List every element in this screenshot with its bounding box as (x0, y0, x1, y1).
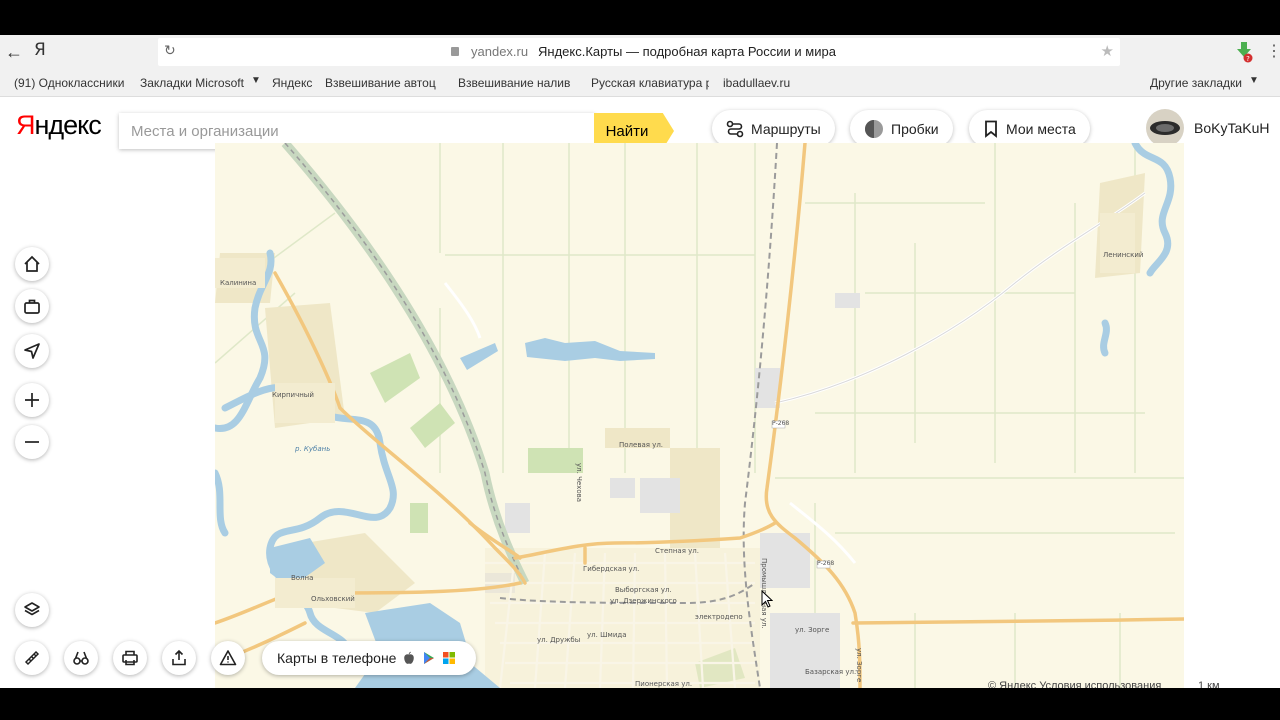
warning-icon (219, 650, 237, 666)
share-icon (172, 649, 186, 666)
browser-window: ← Я ↻ yandex.ru Яндекс.Карты — подробная… (0, 35, 1280, 688)
bookmark-item[interactable]: Русская клавиатура р (591, 76, 709, 90)
map-copyright[interactable]: © Яндекс Условия использования (988, 680, 1161, 688)
print-button[interactable] (113, 641, 147, 675)
lock-icon[interactable] (451, 47, 459, 56)
bookmark-item[interactable]: Взвешивание автоц (325, 76, 445, 90)
tab-page-title: Яндекс.Карты — подробная карта России и … (538, 44, 836, 59)
home-button[interactable] (15, 247, 49, 281)
map-label: Базарская ул. (805, 668, 857, 676)
traffic-label: Пробки (891, 120, 939, 137)
ruler-icon (24, 650, 40, 666)
download-extension-icon[interactable]: ? (1234, 41, 1254, 63)
map-label: электродепо (695, 613, 743, 621)
map-layer (215, 143, 1184, 688)
windows-icon (443, 652, 456, 664)
map-label: Калинина (220, 279, 257, 287)
map-label: Полевая ул. (619, 441, 664, 449)
geolocation-button[interactable] (15, 334, 49, 368)
yandex-logo[interactable]: Яндекс (16, 110, 102, 141)
route-icon (726, 120, 744, 137)
folder-dropdown-icon[interactable]: ▼ (251, 75, 261, 86)
menu-dots-icon[interactable]: ⋮ (1266, 41, 1280, 63)
yandex-browser-icon[interactable]: Я (34, 40, 46, 60)
printer-icon (122, 650, 138, 666)
panorama-button[interactable] (64, 641, 98, 675)
user-avatar[interactable] (1146, 109, 1184, 147)
reload-icon[interactable]: ↻ (164, 42, 176, 59)
traffic-icon (865, 119, 883, 138)
address-row: ← Я ↻ yandex.ru Яндекс.Карты — подробная… (0, 35, 1280, 69)
bookmark-icon (985, 120, 997, 138)
bookmark-item[interactable]: Яндекс (272, 76, 316, 90)
my-places-button[interactable]: Мои места (969, 110, 1090, 147)
map-label: ул. Зорге (855, 648, 863, 683)
work-button[interactable] (15, 289, 49, 323)
map-label: Ольховский (311, 595, 355, 603)
svg-text:?: ? (1246, 55, 1250, 63)
folder-dropdown-icon[interactable]: ▼ (1249, 75, 1259, 86)
map-label: Гибердская ул. (583, 565, 640, 573)
bookmark-item[interactable]: (91) Одноклассники (14, 76, 130, 90)
zoom-out-button[interactable] (15, 425, 49, 459)
other-bookmarks-folder[interactable]: Другие закладки (1150, 76, 1246, 90)
mouse-cursor-icon (761, 590, 773, 608)
report-error-button[interactable] (211, 641, 245, 675)
binoculars-icon (73, 651, 89, 665)
location-arrow-icon (24, 343, 40, 359)
minus-icon (25, 441, 39, 443)
routes-label: Маршруты (751, 120, 821, 137)
home-icon (24, 255, 40, 272)
mobile-apps-label: Карты в телефоне (277, 650, 397, 666)
bookmarks-bar: (91) Одноклассники Закладки Microsoft ▼ … (0, 69, 1280, 97)
map-label: Степная ул. (655, 547, 699, 555)
my-places-label: Мои места (1006, 120, 1076, 137)
bookmark-item[interactable]: Взвешивание налив (458, 76, 576, 90)
plus-icon (25, 393, 39, 407)
road-badge: Р-268 (772, 420, 790, 427)
url-domain: yandex.ru (471, 44, 529, 59)
map-label: ул. Шмида (587, 631, 627, 639)
routes-button[interactable]: Маршруты (712, 110, 835, 147)
layers-button[interactable] (15, 593, 49, 627)
map-label: Волна (291, 574, 314, 582)
map-label: ул. Дзержинского (610, 597, 677, 605)
apple-icon (404, 651, 415, 664)
road-badge: Р-268 (817, 560, 835, 567)
zoom-in-button[interactable] (15, 383, 49, 417)
map-label: ул. Чехова (575, 463, 583, 503)
map-label: Кирпичный (272, 391, 314, 399)
map-label: Ленинский (1103, 251, 1144, 259)
layers-icon (24, 602, 40, 616)
username[interactable]: BoKyTaKuH (1194, 120, 1269, 136)
screen-frame: ← Я ↻ yandex.ru Яндекс.Карты — подробная… (0, 0, 1280, 720)
map-label: ул. Зорге (795, 626, 830, 634)
briefcase-icon (24, 299, 40, 314)
map-label: Пионерская ул. (635, 680, 693, 688)
bookmark-folder-microsoft[interactable]: Закладки Microsoft (140, 76, 246, 90)
google-play-icon (424, 652, 435, 664)
traffic-button[interactable]: Пробки (850, 110, 953, 147)
map-label: ул. Дружбы (537, 636, 581, 644)
map-scale: 1 км (1198, 680, 1220, 688)
map-canvas[interactable]: Калинина Кирпичный р. Кубань Волна Ольхо… (215, 143, 1184, 688)
omnibox[interactable]: ↻ yandex.ru Яндекс.Карты — подробная кар… (158, 38, 1120, 66)
map-label: р. Кубань (295, 445, 331, 453)
bookmark-star-icon[interactable]: ★ (1101, 42, 1114, 60)
bookmark-item[interactable]: ibadullaev.ru (723, 76, 803, 90)
map-label: Выборгская ул. (615, 586, 672, 594)
share-button[interactable] (162, 641, 196, 675)
back-arrow-icon[interactable]: ← (4, 41, 24, 63)
mobile-apps-button[interactable]: Карты в телефоне (262, 641, 476, 675)
ruler-button[interactable] (15, 641, 49, 675)
